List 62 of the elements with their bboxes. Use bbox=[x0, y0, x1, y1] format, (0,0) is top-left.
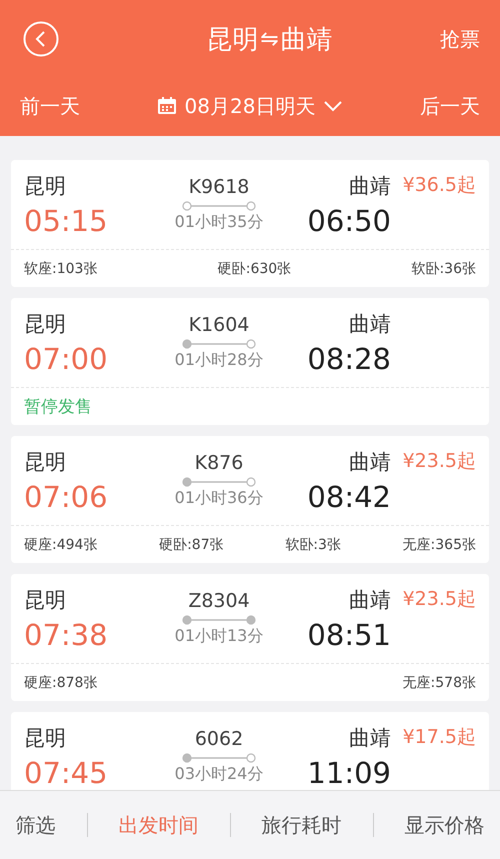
seat-availability: 无座:578张 bbox=[402, 674, 476, 692]
route-line-icon bbox=[181, 476, 257, 488]
price-label: ¥17.5起 bbox=[402, 725, 476, 750]
chevron-down-icon bbox=[323, 100, 344, 112]
train-card[interactable]: 昆明 07:38 Z8304 01小时13分 曲靖 08:51 ¥23.5起 硬座:878张 无座:578张 bbox=[11, 574, 489, 701]
departure-station: 昆明 bbox=[24, 173, 67, 200]
price-label: ¥36.5起 bbox=[402, 173, 476, 198]
seat-availability: 硬卧:87张 bbox=[159, 536, 224, 554]
sale-status: 暂停发售 bbox=[24, 396, 92, 418]
seat-availability: 软座:103张 bbox=[24, 260, 98, 278]
departure-time: 07:00 bbox=[24, 342, 109, 376]
departure-time: 05:15 bbox=[24, 204, 109, 238]
arrival-time: 08:28 bbox=[307, 342, 391, 376]
travel-duration: 01小时13分 bbox=[174, 626, 264, 647]
route-line-icon bbox=[181, 614, 257, 626]
route-line-icon bbox=[181, 200, 257, 212]
seat-availability: 软卧:3张 bbox=[285, 536, 341, 554]
train-card[interactable]: 昆明 07:06 K876 01小时36分 曲靖 08:42 ¥23.5起 硬座:494张 硬卧:87张 软卧:3张 无座:365张 bbox=[11, 436, 489, 563]
train-number: K876 bbox=[194, 452, 244, 474]
arrival-station: 曲靖 bbox=[349, 587, 391, 614]
price-label: ¥23.5起 bbox=[402, 587, 476, 612]
arrival-time: 08:42 bbox=[307, 480, 391, 514]
sort-tab[interactable]: 旅行耗时 bbox=[262, 812, 342, 838]
departure-time: 07:38 bbox=[24, 618, 109, 652]
train-card[interactable]: 昆明 07:45 6062 03小时24分 曲靖 11:09 ¥17.5起 bbox=[11, 712, 489, 790]
sort-tab[interactable]: 筛选 bbox=[16, 812, 56, 838]
seat-availability: 无座:365张 bbox=[402, 536, 476, 554]
travel-duration: 01小时36分 bbox=[174, 488, 264, 509]
seat-availability: 硬座:494张 bbox=[24, 536, 98, 554]
price-label: ¥23.5起 bbox=[402, 449, 476, 474]
arrival-station: 曲靖 bbox=[349, 173, 391, 200]
departure-time: 07:06 bbox=[24, 480, 109, 514]
travel-duration: 03小时24分 bbox=[174, 764, 264, 785]
destination-station: 曲靖 bbox=[280, 24, 333, 56]
calendar-icon bbox=[156, 97, 177, 115]
seat-availability: 硬座:878张 bbox=[24, 674, 98, 692]
arrival-time: 06:50 bbox=[307, 204, 391, 238]
train-card[interactable]: 昆明 07:00 K1604 01小时28分 曲靖 08:28 暂停发售 bbox=[11, 298, 489, 425]
back-icon[interactable] bbox=[23, 21, 59, 57]
route-line-icon bbox=[181, 338, 257, 350]
departure-station: 昆明 bbox=[24, 449, 67, 476]
arrival-station: 曲靖 bbox=[349, 449, 391, 476]
departure-time: 07:45 bbox=[24, 756, 109, 790]
arrival-time: 11:09 bbox=[307, 756, 391, 790]
departure-station: 昆明 bbox=[24, 725, 67, 752]
travel-duration: 01小时35分 bbox=[174, 212, 264, 233]
train-card[interactable]: 昆明 05:15 K9618 01小时35分 曲靖 06:50 ¥36.5起 软座:103张 硬卧:630张 软卧:36张 bbox=[11, 160, 489, 287]
arrival-time: 08:51 bbox=[307, 618, 391, 652]
origin-station: 昆明 bbox=[206, 24, 258, 56]
train-number: 6062 bbox=[194, 728, 244, 750]
seat-availability: 软卧:36张 bbox=[411, 260, 476, 278]
train-number: K9618 bbox=[188, 176, 250, 198]
seat-availability: 硬卧:630张 bbox=[218, 260, 292, 278]
arrival-station: 曲靖 bbox=[349, 725, 391, 752]
travel-duration: 01小时28分 bbox=[174, 350, 264, 371]
departure-station: 昆明 bbox=[24, 311, 67, 338]
sort-tab[interactable]: 显示价格 bbox=[404, 812, 484, 838]
train-number: Z8304 bbox=[188, 590, 250, 612]
train-number: K1604 bbox=[188, 314, 250, 336]
route-line-icon bbox=[181, 752, 257, 764]
arrival-station: 曲靖 bbox=[349, 311, 391, 338]
departure-station: 昆明 bbox=[24, 587, 67, 614]
